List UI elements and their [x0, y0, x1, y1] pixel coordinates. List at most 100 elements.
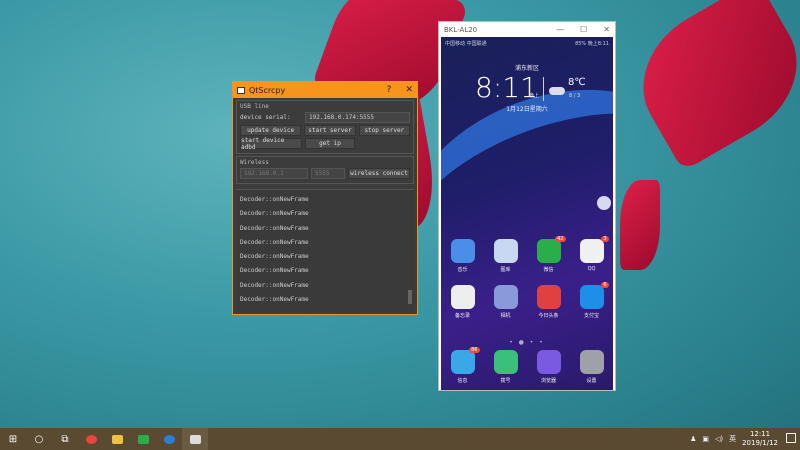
qtscrcpy-taskbar-icon[interactable]: [182, 428, 208, 450]
network-icon[interactable]: ▣: [702, 435, 709, 443]
date: 1月12日星期六: [506, 106, 548, 113]
app-glyph-icon: [579, 285, 604, 309]
log-line: Decoder::onNewFrame: [240, 224, 309, 232]
scrollbar[interactable]: [408, 290, 412, 305]
clock[interactable]: 12:11 2019/1/12: [742, 430, 778, 448]
app-glyph-icon: [536, 285, 561, 309]
clock: 8:11: [475, 71, 538, 104]
help-button[interactable]: ?: [387, 85, 392, 95]
log-line: Decoder::onNewFrame: [240, 296, 309, 304]
usb-group-label: USB line: [240, 103, 269, 110]
people-icon[interactable]: ♟: [690, 435, 696, 443]
app-icon-3[interactable]: 今日头条: [532, 285, 566, 319]
search-icon[interactable]: ○: [26, 428, 52, 450]
app-icon-4[interactable]: 支付宝 6: [575, 282, 609, 319]
phone-mirror-window: BKL-AL20 — ☐ ✕ 中国移动 中国联通 85% 晚上8:11 浦东新区…: [438, 21, 616, 391]
title-bar[interactable]: BKL-AL20 — ☐ ✕: [439, 22, 615, 37]
cloud-icon: [549, 87, 565, 95]
app-glyph-icon: [493, 350, 518, 374]
badge: 6: [601, 282, 609, 288]
qtscrcpy-window: QtScrcpy ? ✕ USB line device serial: 192…: [232, 81, 418, 315]
app-icon-1[interactable]: 备忘录: [446, 285, 480, 319]
app-icon-2[interactable]: 拨号: [489, 350, 523, 384]
app-label: 微信: [543, 267, 554, 273]
app-label: 音乐: [457, 267, 468, 273]
port-input[interactable]: 5555: [311, 168, 345, 179]
app-glyph-icon: [536, 350, 561, 374]
app-icon-2[interactable]: 图库: [489, 239, 523, 273]
serial-label: device serial:: [240, 114, 291, 121]
app-label: 相机: [500, 313, 511, 319]
ip-input[interactable]: 192.168.0.1: [240, 168, 308, 179]
app-glyph-icon: [493, 239, 518, 263]
app-label: QQ: [587, 266, 596, 272]
app-icon-3[interactable]: 微信 42: [532, 236, 566, 273]
divider: [543, 77, 544, 101]
app-icon-2[interactable]: 相机: [489, 285, 523, 319]
app-icon-4[interactable]: 设置: [575, 350, 609, 384]
window-title: QtScrcpy: [249, 85, 286, 95]
badge: 3: [601, 236, 609, 242]
app-glyph-icon: [579, 239, 604, 263]
app-label: 浏览器: [540, 378, 556, 384]
log-line: Decoder::onNewFrame: [240, 253, 309, 261]
status-bar: 中国移动 中国联通 85% 晚上8:11: [445, 40, 609, 47]
device-serial-input[interactable]: 192.168.0.174:5555: [305, 112, 410, 123]
window-title: BKL-AL20: [444, 25, 478, 34]
ime-icon[interactable]: 英: [729, 434, 736, 444]
log-line: Decoder::onNewFrame: [240, 210, 309, 218]
app-label: 图库: [500, 267, 511, 273]
app-icon-3[interactable]: 浏览器: [532, 350, 566, 384]
start-server-button[interactable]: start server: [304, 125, 356, 136]
app-icon-1[interactable]: 信息 86: [446, 347, 480, 384]
file-explorer-icon[interactable]: [104, 428, 130, 450]
minimize-button[interactable]: —: [556, 25, 564, 34]
get-ip-button[interactable]: get ip: [305, 138, 355, 149]
update-device-button[interactable]: update device: [240, 125, 302, 136]
wechat-icon[interactable]: [130, 428, 156, 450]
app-glyph-icon: [450, 350, 475, 374]
taskbar: ⊞ ○ ⧉ ♟ ▣ ◁) 英 12:11 2019/1/12: [0, 428, 800, 450]
temperature: 8℃: [568, 77, 586, 88]
maximize-button[interactable]: ☐: [580, 25, 587, 34]
app-icon: [237, 86, 245, 94]
app-icon[interactable]: [156, 428, 182, 450]
app-row: 备忘录 相机 今日头条 支付宝 6: [441, 282, 613, 319]
notification-icon[interactable]: [786, 433, 796, 443]
stop-server-button[interactable]: stop server: [358, 125, 410, 136]
app-label: 支付宝: [583, 313, 599, 319]
system-tray: ♟ ▣ ◁) 英 12:11 2019/1/12: [690, 430, 778, 448]
close-button[interactable]: ✕: [405, 85, 413, 95]
wireless-group-label: Wireless: [240, 159, 269, 166]
wireless-group: Wireless 192.168.0.1 5555 wireless conne…: [236, 156, 414, 184]
date: 2019/1/12: [742, 439, 778, 447]
status-right: 85% 晚上8:11: [575, 41, 609, 47]
task-view-icon[interactable]: ⧉: [52, 428, 78, 450]
wireless-connect-button[interactable]: wireless connect: [348, 168, 410, 179]
app-icon-1[interactable]: 音乐: [446, 239, 480, 273]
floating-button[interactable]: [597, 196, 611, 210]
volume-icon[interactable]: ◁): [715, 435, 723, 443]
app-icon-4[interactable]: QQ 3: [575, 236, 609, 273]
log-line: Decoder::onNewFrame: [240, 281, 309, 289]
dock: 信息 86 拨号 浏览器 设置: [441, 347, 613, 384]
start-device-adbd-button[interactable]: start device adbd: [240, 137, 302, 151]
app-label: 备忘录: [454, 313, 470, 319]
log-output[interactable]: Decoder::onNewFrame Decoder::onNewFrame …: [236, 189, 414, 311]
start-icon[interactable]: ⊞: [0, 428, 26, 450]
log-line: Decoder::onNewFrame: [240, 267, 309, 275]
badge: 42: [555, 236, 566, 242]
app-glyph-icon: [450, 239, 475, 263]
chrome-icon[interactable]: [78, 428, 104, 450]
app-label: 今日头条: [538, 313, 559, 319]
close-button[interactable]: ✕: [603, 25, 610, 34]
usb-group: USB line device serial: 192.168.0.174:55…: [236, 100, 414, 154]
app-glyph-icon: [493, 285, 518, 309]
app-label: 设置: [586, 378, 597, 384]
app-row: 音乐 图库 微信 42 QQ 3: [441, 236, 613, 273]
app-label: 信息: [457, 378, 468, 384]
title-bar[interactable]: QtScrcpy ? ✕: [233, 82, 417, 98]
flower-petal: [618, 0, 800, 172]
carrier: 中国移动 中国联通: [445, 41, 487, 47]
phone-screen[interactable]: 中国移动 中国联通 85% 晚上8:11 浦东新区 8:11 晚上 8℃ 8 /…: [441, 37, 613, 390]
